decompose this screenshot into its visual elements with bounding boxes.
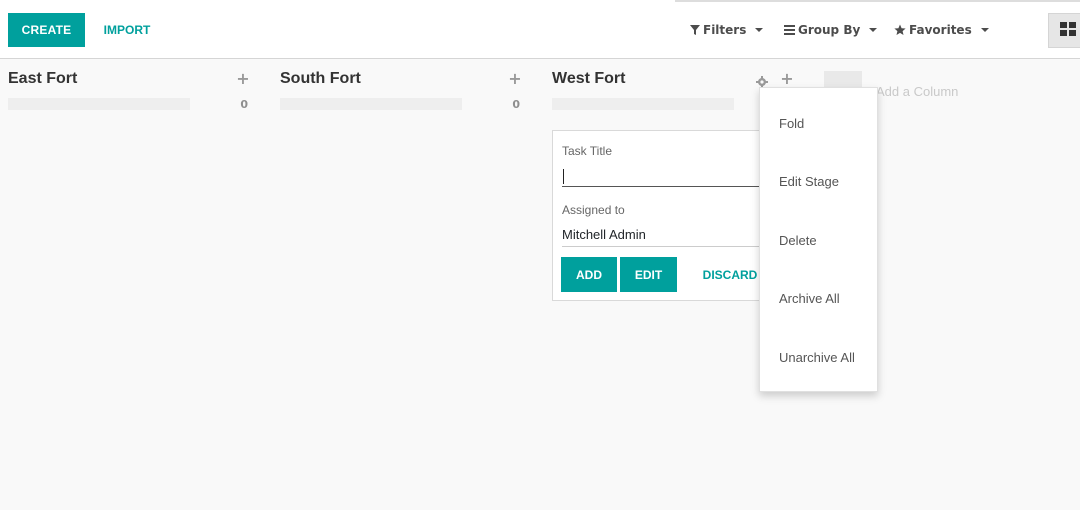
add-button[interactable]: ADD xyxy=(561,257,617,292)
column-settings-menu: Fold Edit Stage Delete Archive All Unarc… xyxy=(759,87,878,392)
menu-item-edit-stage[interactable]: Edit Stage xyxy=(779,174,839,189)
add-column-label[interactable]: Add a Column xyxy=(876,84,958,99)
plus-icon[interactable]: + xyxy=(236,69,250,88)
kanban-grid-icon xyxy=(1060,21,1076,40)
list-icon xyxy=(784,25,795,35)
group-by-button[interactable]: Group By xyxy=(784,20,878,40)
menu-item-delete[interactable]: Delete xyxy=(779,233,817,248)
task-title-label: Task Title xyxy=(562,144,613,158)
group-by-label: Group By xyxy=(798,23,861,37)
column-count: 0 xyxy=(240,98,248,111)
column-title-west-fort: West Fort xyxy=(552,70,626,87)
kanban-view-button[interactable] xyxy=(1048,13,1080,48)
filter-icon xyxy=(690,25,700,35)
menu-item-fold[interactable]: Fold xyxy=(779,116,804,131)
column-title-east-fort: East Fort xyxy=(8,70,78,87)
menu-item-unarchive-all[interactable]: Unarchive All xyxy=(779,350,855,365)
create-button[interactable]: CREATE xyxy=(8,13,85,47)
filters-label: Filters xyxy=(703,23,747,37)
plus-icon[interactable]: + xyxy=(780,69,794,88)
plus-icon[interactable]: + xyxy=(508,69,522,88)
search-bar-edge xyxy=(675,0,1080,2)
favorites-button[interactable]: Favorites xyxy=(894,20,989,40)
column-progress-bar xyxy=(280,98,462,110)
column-progress-bar xyxy=(552,98,734,110)
control-panel: CREATE IMPORT Filters Group By Favorites xyxy=(0,0,1080,59)
caret-down-icon xyxy=(755,28,764,32)
assigned-to-input[interactable] xyxy=(562,223,767,247)
quick-create-card: Task Title Assigned to ADD EDIT DISCARD xyxy=(552,130,772,301)
assigned-to-label: Assigned to xyxy=(562,203,625,217)
star-icon xyxy=(894,24,906,36)
menu-item-archive-all[interactable]: Archive All xyxy=(779,291,840,306)
text-cursor xyxy=(563,169,564,184)
column-progress-bar xyxy=(8,98,190,110)
filters-button[interactable]: Filters xyxy=(690,20,764,40)
column-count: 0 xyxy=(512,98,520,111)
favorites-label: Favorites xyxy=(909,23,972,37)
edit-button[interactable]: EDIT xyxy=(620,257,677,292)
task-title-input[interactable] xyxy=(562,163,767,187)
column-title-south-fort: South Fort xyxy=(280,70,361,87)
discard-button[interactable]: DISCARD xyxy=(693,257,767,292)
import-button[interactable]: IMPORT xyxy=(93,13,161,47)
gear-icon[interactable] xyxy=(756,73,768,88)
caret-down-icon xyxy=(869,28,878,32)
caret-down-icon xyxy=(980,28,989,32)
